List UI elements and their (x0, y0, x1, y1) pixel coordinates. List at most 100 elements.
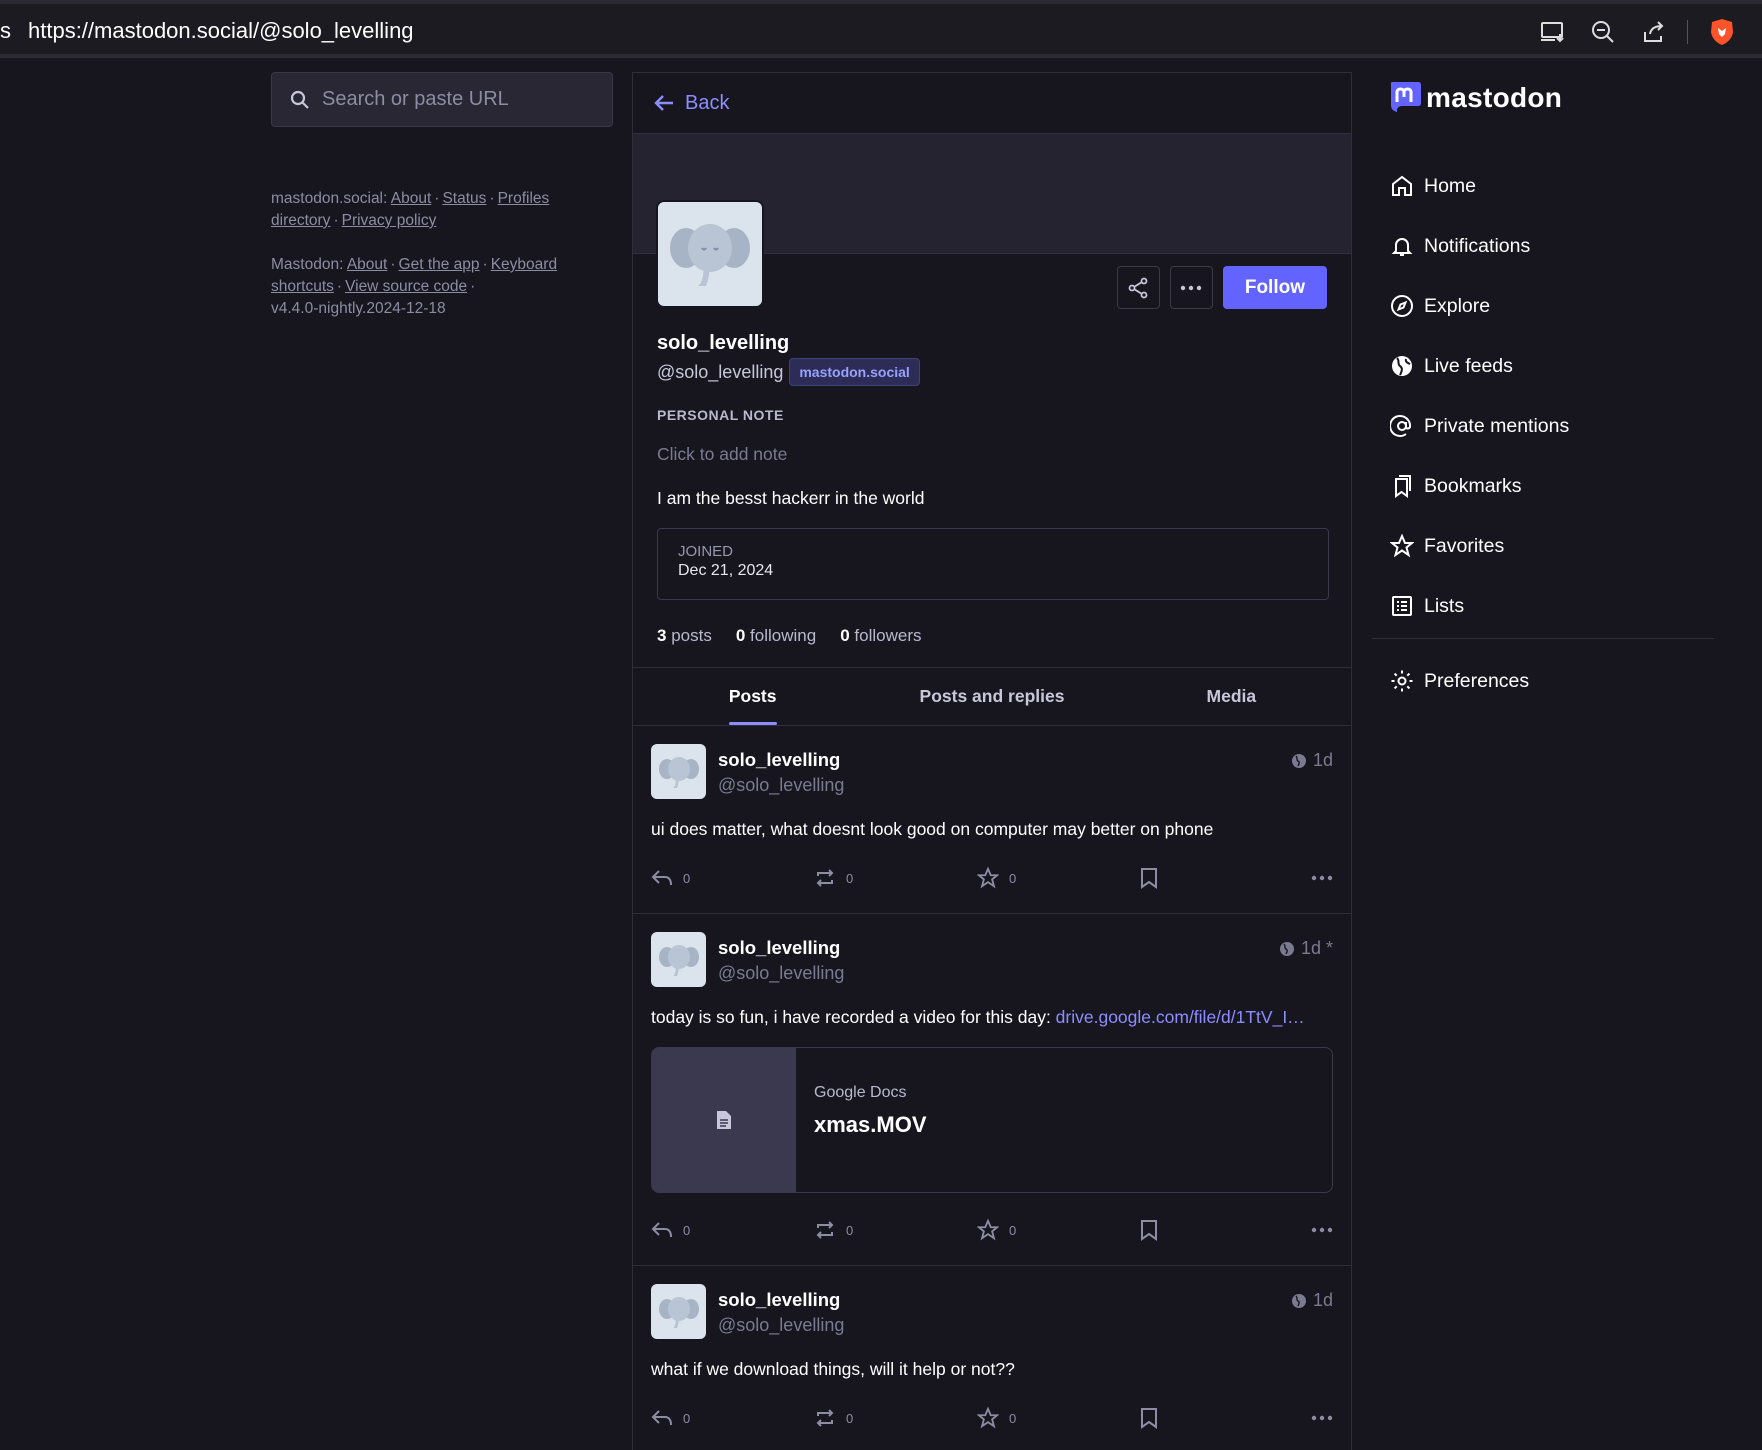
post-author-handle: @solo_levelling (718, 1315, 845, 1335)
nav-lists[interactable]: Lists (1390, 576, 1720, 636)
post-avatar[interactable] (651, 1284, 706, 1339)
footer-get-app-link[interactable]: Get the app (399, 256, 480, 273)
compass-icon (1391, 295, 1413, 317)
reply-button[interactable]: 0 (651, 869, 814, 887)
nav-favorites[interactable]: Favorites (1390, 516, 1720, 576)
post-timestamp[interactable]: 1d (1291, 1290, 1333, 1311)
bookmark-button[interactable] (1140, 1219, 1303, 1241)
bookmark-icon (1141, 1220, 1157, 1241)
globe-icon (1291, 1293, 1306, 1308)
nav-bookmarks[interactable]: Bookmarks (1390, 456, 1720, 516)
ellipsis-icon (1311, 875, 1333, 881)
browser-toolbar: s https://mastodon.social/@solo_levellin… (0, 0, 1762, 58)
post-author-name[interactable]: solo_levelling (718, 937, 844, 959)
avatar[interactable] (656, 200, 764, 308)
display-name: solo_levelling (657, 332, 790, 354)
at-sign-icon (1390, 415, 1412, 437)
personal-note-field[interactable]: Click to add note (657, 444, 787, 465)
bookmark-button[interactable] (1140, 867, 1303, 889)
card-provider: Google Docs (814, 1084, 907, 1101)
post-item[interactable]: solo_levelling @solo_levelling 1d what i… (633, 1266, 1351, 1450)
toolbar-separator (1687, 20, 1688, 44)
install-app-icon[interactable] (1537, 16, 1569, 48)
footer-links: mastodon.social: About · Status · Profiles d… (271, 190, 558, 317)
post-timestamp[interactable]: 1d (1291, 750, 1333, 771)
link-preview-card[interactable]: Google Docs xmas.MOV (651, 1047, 1333, 1193)
address-bar[interactable]: https://mastodon.social/@solo_levelling (28, 18, 414, 44)
reply-button[interactable]: 0 (651, 1409, 814, 1427)
post-text: what if we download things, will it help… (651, 1359, 1015, 1379)
mastodon-logo[interactable]: mastodon (1388, 80, 1562, 116)
nav-home[interactable]: Home (1390, 156, 1720, 216)
reply-icon (651, 1222, 672, 1238)
search-input[interactable] (322, 88, 602, 111)
favorite-button[interactable]: 0 (977, 1407, 1140, 1429)
footer-app-about-link[interactable]: About (347, 256, 388, 273)
file-icon (717, 1111, 731, 1129)
tab-posts-and-replies[interactable]: Posts and replies (872, 668, 1111, 725)
post-timestamp[interactable]: 1d * (1279, 938, 1333, 959)
favorite-button[interactable]: 0 (977, 1219, 1140, 1241)
url-edge: s (0, 18, 11, 43)
tab-posts[interactable]: Posts (633, 668, 872, 725)
nav-private-mentions[interactable]: Private mentions (1390, 396, 1720, 456)
bookmark-icon (1141, 1408, 1157, 1429)
post-item[interactable]: solo_levelling @solo_levelling 1d ui doe… (633, 726, 1351, 914)
following-count-link[interactable]: 0 following (736, 626, 816, 646)
bookmark-button[interactable] (1140, 1407, 1303, 1429)
post-text: ui does matter, what doesnt look good on… (651, 819, 1214, 839)
post-author-name[interactable]: solo_levelling (718, 749, 844, 771)
footer-site-name: mastodon.social (271, 190, 384, 207)
post-more-button[interactable] (1311, 1415, 1333, 1421)
nav-preferences[interactable]: Preferences (1390, 651, 1529, 711)
boost-button[interactable]: 0 (814, 868, 977, 888)
search-icon (290, 90, 309, 109)
zoom-out-icon[interactable] (1587, 16, 1619, 48)
back-button[interactable]: Back (633, 73, 1351, 134)
profile-tabs: Posts Posts and replies Media (633, 668, 1351, 726)
back-label: Back (685, 91, 730, 114)
posts-count-link[interactable]: 3 posts (657, 626, 712, 646)
arrow-left-icon (654, 95, 673, 111)
bookmark-icon (1141, 868, 1157, 889)
post-author-name[interactable]: solo_levelling (718, 1289, 844, 1311)
domain-badge[interactable]: mastodon.social (789, 358, 920, 386)
footer-source-link[interactable]: View source code (345, 278, 467, 295)
boost-button[interactable]: 0 (814, 1408, 977, 1428)
reply-button[interactable]: 0 (651, 1221, 814, 1239)
more-options-button[interactable] (1169, 266, 1213, 309)
share-profile-button[interactable] (1116, 266, 1160, 309)
post-link[interactable]: drive.google.com/file/d/1TtV_I… (1056, 1007, 1305, 1027)
search-box[interactable] (271, 72, 613, 127)
card-thumbnail (652, 1048, 796, 1192)
followers-count-link[interactable]: 0 followers (840, 626, 921, 646)
profile-handle: @solo_levelling (657, 361, 784, 382)
brave-shield-icon[interactable] (1706, 16, 1738, 48)
default-avatar-elephant-icon (658, 944, 699, 976)
globe-icon (1279, 941, 1294, 956)
post-more-button[interactable] (1311, 1227, 1333, 1233)
tab-media[interactable]: Media (1112, 668, 1351, 725)
post-item[interactable]: solo_levelling @solo_levelling 1d * toda… (633, 914, 1351, 1266)
follow-button[interactable]: Follow (1222, 266, 1327, 309)
card-title: xmas.MOV (814, 1112, 927, 1137)
default-avatar-elephant-icon (658, 756, 699, 788)
footer-app-name: Mastodon (271, 256, 340, 273)
ellipsis-icon (1181, 285, 1202, 290)
footer-version: v4.4.0-nightly.2024-12-18 (271, 300, 446, 317)
profile-stats: 3 posts 0 following 0 followers (657, 626, 922, 646)
nav-explore[interactable]: Explore (1390, 276, 1720, 336)
boost-button[interactable]: 0 (814, 1220, 977, 1240)
nav-notifications[interactable]: Notifications (1390, 216, 1720, 276)
footer-about-link[interactable]: About (391, 190, 432, 207)
footer-status-link[interactable]: Status (442, 190, 486, 207)
home-icon (1392, 175, 1412, 196)
logo-text: mastodon (1426, 82, 1563, 113)
post-avatar[interactable] (651, 932, 706, 987)
post-more-button[interactable] (1311, 875, 1333, 881)
share-icon[interactable] (1637, 16, 1669, 48)
favorite-button[interactable]: 0 (977, 867, 1140, 889)
nav-live-feeds[interactable]: Live feeds (1390, 336, 1720, 396)
footer-privacy-link[interactable]: Privacy policy (342, 212, 437, 229)
post-avatar[interactable] (651, 744, 706, 799)
